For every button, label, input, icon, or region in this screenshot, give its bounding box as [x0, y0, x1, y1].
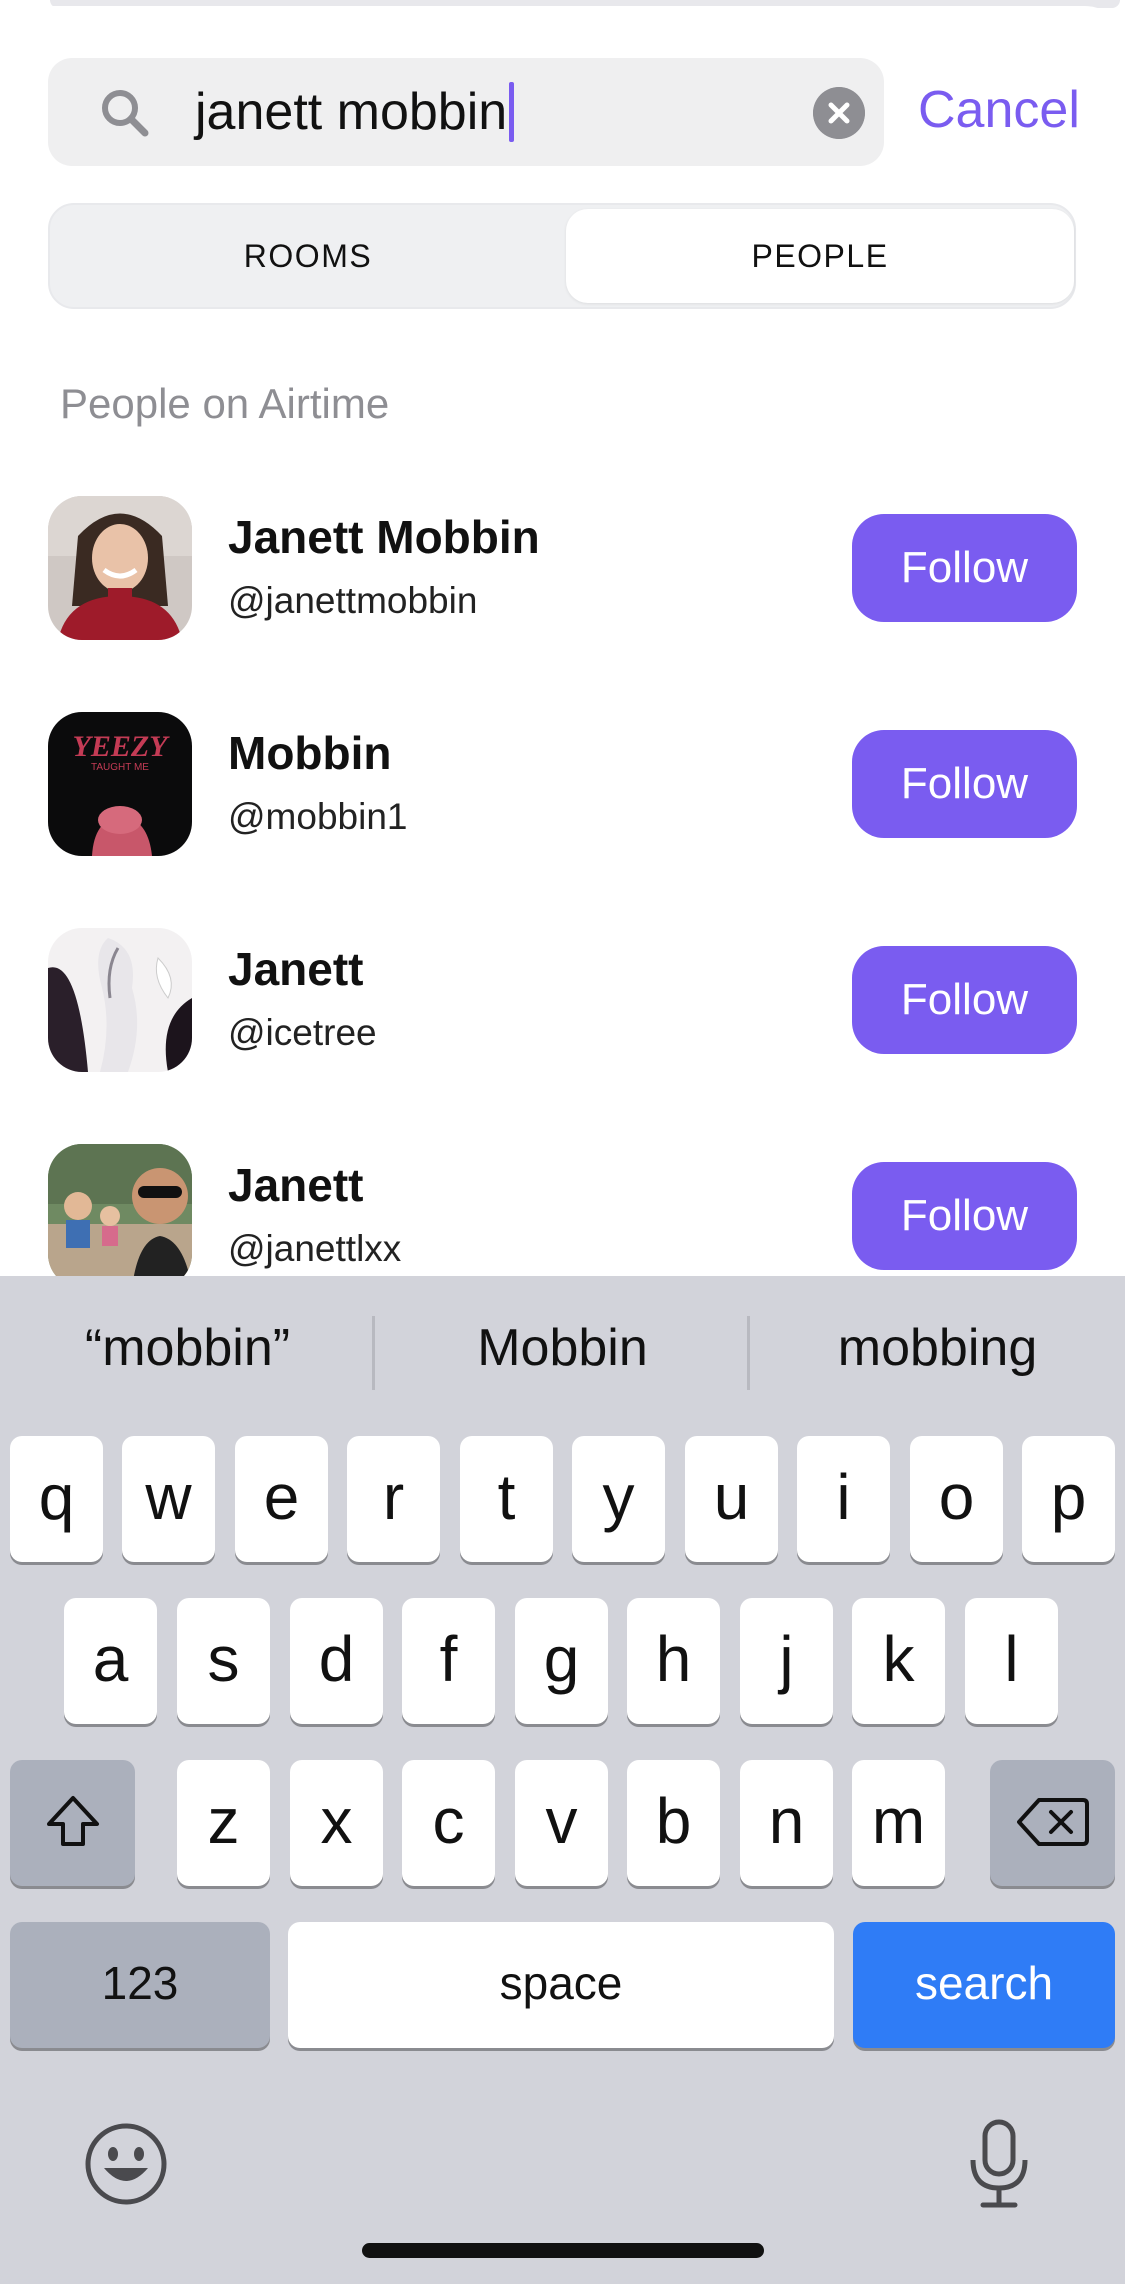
avatar: [48, 1144, 192, 1288]
section-title: People on Airtime: [60, 380, 390, 427]
search-icon: [102, 90, 149, 137]
suggestion-3[interactable]: mobbing: [750, 1318, 1125, 1378]
search-field[interactable]: janett mobbin: [48, 58, 884, 166]
key-r[interactable]: r: [347, 1436, 440, 1562]
person-row[interactable]: Janett @janettlxx Follow: [0, 1144, 1125, 1290]
person-name: Janett Mobbin: [228, 511, 540, 563]
tab-rooms[interactable]: ROOMS: [54, 209, 562, 303]
key-u[interactable]: u: [685, 1436, 778, 1562]
avatar: [48, 928, 192, 1072]
follow-button[interactable]: Follow: [852, 1162, 1077, 1270]
sheet-top-edge: [0, 6, 1125, 46]
person-handle: @janettlxx: [228, 1228, 402, 1269]
tab-people[interactable]: PEOPLE: [566, 209, 1074, 303]
key-p[interactable]: p: [1022, 1436, 1115, 1562]
backspace-key[interactable]: [990, 1760, 1115, 1886]
key-h[interactable]: h: [627, 1598, 720, 1724]
key-d[interactable]: d: [290, 1598, 383, 1724]
key-n[interactable]: n: [740, 1760, 833, 1886]
person-handle: @mobbin1: [228, 796, 408, 837]
key-k[interactable]: k: [852, 1598, 945, 1724]
key-y[interactable]: y: [572, 1436, 665, 1562]
key-g[interactable]: g: [515, 1598, 608, 1724]
numbers-key[interactable]: 123: [10, 1922, 270, 2048]
key-z[interactable]: z: [177, 1760, 270, 1886]
home-indicator[interactable]: [362, 2243, 764, 2258]
key-c[interactable]: c: [402, 1760, 495, 1886]
person-handle: @icetree: [228, 1012, 377, 1053]
person-row[interactable]: YEEZY TAUGHT ME Mobbin @mobbin1 Follow: [0, 712, 1125, 872]
key-l[interactable]: l: [965, 1598, 1058, 1724]
key-x[interactable]: x: [290, 1760, 383, 1886]
avatar: [48, 496, 192, 640]
space-key[interactable]: space: [288, 1922, 834, 2048]
key-i[interactable]: i: [797, 1436, 890, 1562]
keyboard: “mobbin” Mobbin mobbing q w e r t y u i …: [0, 1276, 1125, 2284]
clear-icon[interactable]: [813, 87, 865, 139]
key-b[interactable]: b: [627, 1760, 720, 1886]
key-v[interactable]: v: [515, 1760, 608, 1886]
search-input[interactable]: janett mobbin: [195, 78, 515, 146]
suggestion-bar: “mobbin” Mobbin mobbing: [0, 1276, 1125, 1426]
key-q[interactable]: q: [10, 1436, 103, 1562]
shift-icon: [46, 1796, 99, 1846]
microphone-icon[interactable]: [967, 2118, 1031, 2210]
shift-key[interactable]: [10, 1760, 135, 1886]
person-row[interactable]: Janett @icetree Follow: [0, 928, 1125, 1088]
key-w[interactable]: w: [122, 1436, 215, 1562]
avatar: YEEZY TAUGHT ME: [48, 712, 192, 856]
text-caret: [509, 82, 515, 143]
person-handle: @janettmobbin: [228, 580, 478, 621]
key-e[interactable]: e: [235, 1436, 328, 1562]
key-a[interactable]: a: [64, 1598, 157, 1724]
key-o[interactable]: o: [910, 1436, 1003, 1562]
cancel-button[interactable]: Cancel: [918, 78, 1080, 142]
person-name: Janett: [228, 1159, 364, 1211]
key-t[interactable]: t: [460, 1436, 553, 1562]
avatar-text-taught-me: TAUGHT ME: [91, 762, 149, 773]
person-name: Janett: [228, 943, 364, 995]
suggestion-1[interactable]: “mobbin”: [0, 1318, 375, 1378]
key-s[interactable]: s: [177, 1598, 270, 1724]
person-name: Mobbin: [228, 727, 392, 779]
search-key[interactable]: search: [853, 1922, 1115, 2048]
person-row[interactable]: Janett Mobbin @janettmobbin Follow: [0, 496, 1125, 656]
avatar-text-yeezy: YEEZY: [73, 730, 171, 763]
search-input-text: janett mobbin: [195, 83, 508, 141]
key-j[interactable]: j: [740, 1598, 833, 1724]
search-scope-control: ROOMS PEOPLE: [48, 203, 1076, 309]
search-sheet: janett mobbin Cancel ROOMS PEOPLE People…: [0, 0, 1125, 1290]
follow-button[interactable]: Follow: [852, 730, 1077, 838]
follow-button[interactable]: Follow: [852, 514, 1077, 622]
suggestion-2[interactable]: Mobbin: [375, 1318, 750, 1378]
emoji-icon[interactable]: [84, 2122, 168, 2206]
backspace-icon: [1016, 1798, 1089, 1846]
follow-button[interactable]: Follow: [852, 946, 1077, 1054]
key-m[interactable]: m: [852, 1760, 945, 1886]
key-f[interactable]: f: [402, 1598, 495, 1724]
